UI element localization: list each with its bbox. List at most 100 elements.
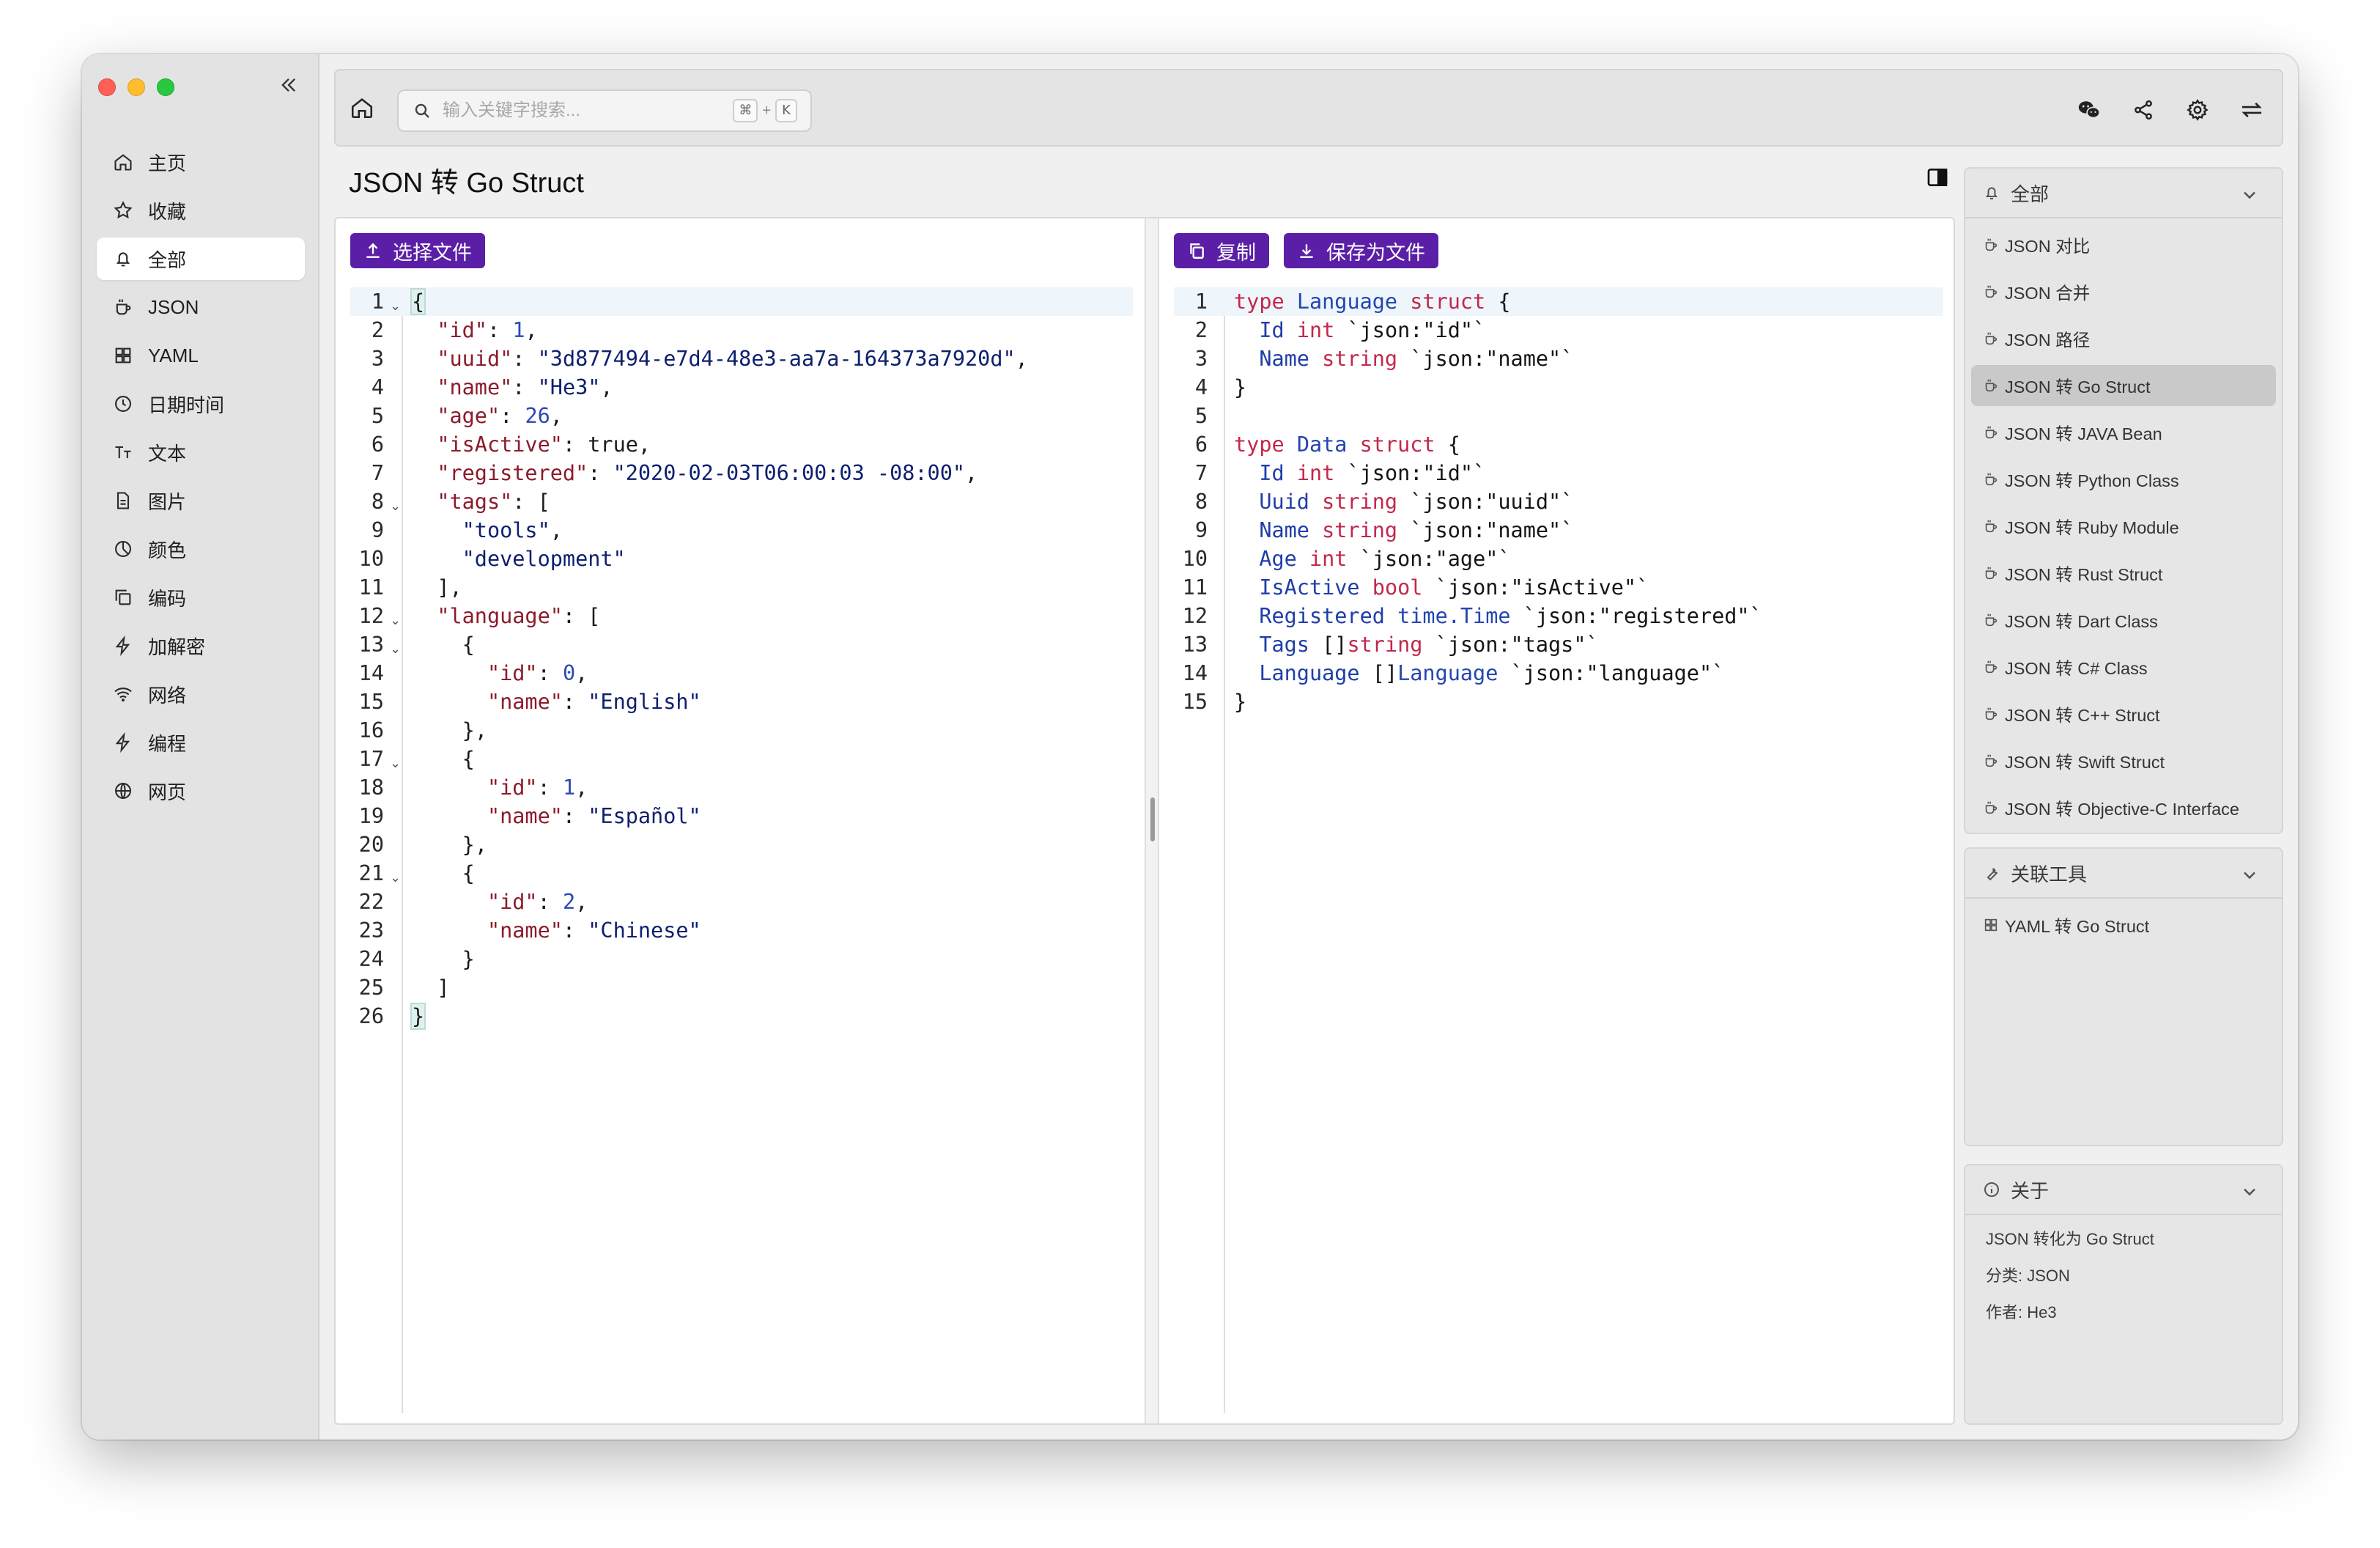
tool-item[interactable]: JSON 转 Objective-C Interface (1971, 787, 2276, 828)
code-line[interactable]: 9 Name string `json:"name"` (1174, 516, 1943, 545)
code-text: IsActive bool `json:"isActive"` (1259, 575, 1649, 600)
code-line[interactable]: 7 Id int `json:"id"` (1174, 459, 1943, 487)
sidebar-item-13[interactable]: 网页 (97, 770, 305, 812)
code-line[interactable]: 3 "uuid": "3d877494-e7d4-48e3-aa7a-16437… (350, 344, 1133, 373)
code-line[interactable]: 1 type Language struct { (1174, 287, 1943, 316)
code-line[interactable]: 15 "name": "English" (350, 688, 1133, 716)
json-code[interactable]: 1 ⌄{2 "id": 1, 3 "uuid": "3d877494-e7d4-48… (350, 287, 1133, 1413)
code-line[interactable]: 12 ⌄ "language": [ (350, 602, 1133, 630)
chevron-down-icon[interactable] (2239, 865, 2260, 885)
tool-item[interactable]: JSON 转 Swift Struct (1971, 740, 2276, 781)
code-line[interactable]: 19 "name": "Español" (350, 802, 1133, 830)
code-line[interactable]: 22 "id": 2, (350, 888, 1133, 916)
code-line[interactable]: 1 ⌄{ (350, 287, 1133, 316)
code-line[interactable]: 23 "name": "Chinese" (350, 916, 1133, 945)
code-line[interactable]: 13 ⌄ { (350, 630, 1133, 659)
sidebar-item-0[interactable]: 主页 (97, 141, 305, 183)
chevron-down-icon[interactable] (2239, 1182, 2260, 1202)
code-line[interactable]: 2 "id": 1, (350, 316, 1133, 344)
wechat-button[interactable] (2071, 92, 2107, 128)
sidebar-item-1[interactable]: 收藏 (97, 189, 305, 232)
code-line[interactable]: 4 "name": "He3", (350, 373, 1133, 402)
search-input[interactable] (443, 100, 733, 121)
code-line[interactable]: 7 "registered": "2020-02-03T06:00:03 -08… (350, 459, 1133, 487)
minimize-window-button[interactable] (128, 78, 145, 96)
code-line[interactable]: 2 Id int `json:"id"` (1174, 316, 1943, 344)
share-button[interactable] (2125, 92, 2162, 128)
json-input-editor[interactable]: 选择文件 1 ⌄{2 "id": 1, 3 "uuid": "3d877494-e7… (336, 218, 1145, 1423)
code-line[interactable]: 8 Uuid string `json:"uuid"` (1174, 487, 1943, 516)
close-window-button[interactable] (98, 78, 116, 96)
code-line[interactable]: 14 "id": 0, (350, 659, 1133, 688)
sidebar-item-4[interactable]: YAML (97, 334, 305, 377)
search-box[interactable]: ⌘ + K (397, 89, 812, 132)
code-line[interactable]: 14 Language []Language `json:"language"` (1174, 659, 1943, 688)
tool-item[interactable]: JSON 合并 (1971, 271, 2276, 312)
chevron-down-icon[interactable] (2239, 185, 2260, 205)
tool-item[interactable]: YAML 转 Go Struct (1971, 904, 2276, 946)
sync-button[interactable] (2233, 92, 2270, 128)
tool-item[interactable]: JSON 转 Go Struct (1971, 365, 2276, 406)
code-line[interactable]: 10 "development" (350, 545, 1133, 573)
go-code[interactable]: 1 type Language struct {2 Id int `json:"i… (1174, 287, 1943, 1413)
code-line[interactable]: 4} (1174, 373, 1943, 402)
code-line[interactable]: 13 Tags []string `json:"tags"` (1174, 630, 1943, 659)
tool-item[interactable]: JSON 转 C# Class (1971, 646, 2276, 688)
related-tools-header[interactable]: 关联工具 (1965, 849, 2282, 899)
code-text: Name string `json:"name"` (1259, 518, 1574, 542)
code-line[interactable]: 10 Age int `json:"age"` (1174, 545, 1943, 573)
tool-item[interactable]: JSON 转 Python Class (1971, 459, 2276, 500)
go-output-editor[interactable]: 复制 保存为文件 1 type Language struct {2 Id int… (1159, 218, 1955, 1423)
all-tools-header[interactable]: 全部 (1965, 169, 2282, 218)
select-file-button[interactable]: 选择文件 (350, 233, 485, 268)
code-line[interactable]: 9 "tools", (350, 516, 1133, 545)
code-line[interactable]: 5 (1174, 402, 1943, 430)
sidebar-item-2[interactable]: 全部 (97, 237, 305, 280)
tool-item[interactable]: JSON 转 JAVA Bean (1971, 412, 2276, 453)
code-line[interactable]: 6 type Data struct { (1174, 430, 1943, 459)
sidebar-item-3[interactable]: JSON (97, 286, 305, 328)
code-line[interactable]: 5 "age": 26, (350, 402, 1133, 430)
tool-item[interactable]: JSON 对比 (1971, 224, 2276, 265)
tool-item[interactable]: JSON 转 Rust Struct (1971, 553, 2276, 594)
code-line[interactable]: 25 ] (350, 973, 1133, 1002)
zoom-window-button[interactable] (157, 78, 174, 96)
code-line[interactable]: 12 Registered time.Time `json:"registere… (1174, 602, 1943, 630)
tool-item[interactable]: JSON 路径 (1971, 318, 2276, 359)
home-button[interactable] (346, 92, 378, 124)
code-line[interactable]: 6 "isActive": true, (350, 430, 1133, 459)
code-line[interactable]: 20 }, (350, 830, 1133, 859)
split-divider[interactable] (1145, 218, 1159, 1423)
code-line[interactable]: 8 ⌄ "tags": [ (350, 487, 1133, 516)
tool-item[interactable]: JSON 转 Dart Class (1971, 600, 2276, 641)
sidebar-item-7[interactable]: 图片 (97, 479, 305, 522)
code-line[interactable]: 3 Name string `json:"name"` (1174, 344, 1943, 373)
code-line[interactable]: 15} (1174, 688, 1943, 716)
code-line[interactable]: 24 } (350, 945, 1133, 973)
code-line[interactable]: 26} (350, 1002, 1133, 1031)
sidebar-item-12[interactable]: 编程 (97, 721, 305, 764)
sidebar-item-10[interactable]: 加解密 (97, 624, 305, 667)
sidebar-item-8[interactable]: 颜色 (97, 528, 305, 570)
sidebar-item-5[interactable]: 日期时间 (97, 383, 305, 425)
code-line[interactable]: 17 ⌄ { (350, 745, 1133, 773)
about-header[interactable]: 关于 (1965, 1165, 2282, 1215)
sidebar-item-6[interactable]: 文本 (97, 431, 305, 473)
code-line[interactable]: 18 "id": 1, (350, 773, 1133, 802)
sidebar-item-11[interactable]: 网络 (97, 673, 305, 715)
split-grip[interactable] (1150, 797, 1155, 841)
copy-button[interactable]: 复制 (1174, 233, 1269, 268)
code-line[interactable]: 11 IsActive bool `json:"isActive"` (1174, 573, 1943, 602)
tool-item[interactable]: JSON 转 C++ Struct (1971, 693, 2276, 734)
sidebar-item-9[interactable]: 编码 (97, 576, 305, 619)
toggle-right-panel-button[interactable] (1923, 163, 1952, 192)
about-description: JSON 转化为 Go Struct (1986, 1230, 2154, 1248)
collapse-sidebar-button[interactable] (274, 70, 303, 100)
settings-button[interactable] (2179, 92, 2216, 128)
code-line[interactable]: 21 ⌄ { (350, 859, 1133, 888)
code-line[interactable]: 11 ], (350, 573, 1133, 602)
save-file-button[interactable]: 保存为文件 (1284, 233, 1438, 268)
code-line[interactable]: 16 }, (350, 716, 1133, 745)
code-text: "name": "Español" (487, 804, 701, 828)
tool-item[interactable]: JSON 转 Ruby Module (1971, 506, 2276, 547)
